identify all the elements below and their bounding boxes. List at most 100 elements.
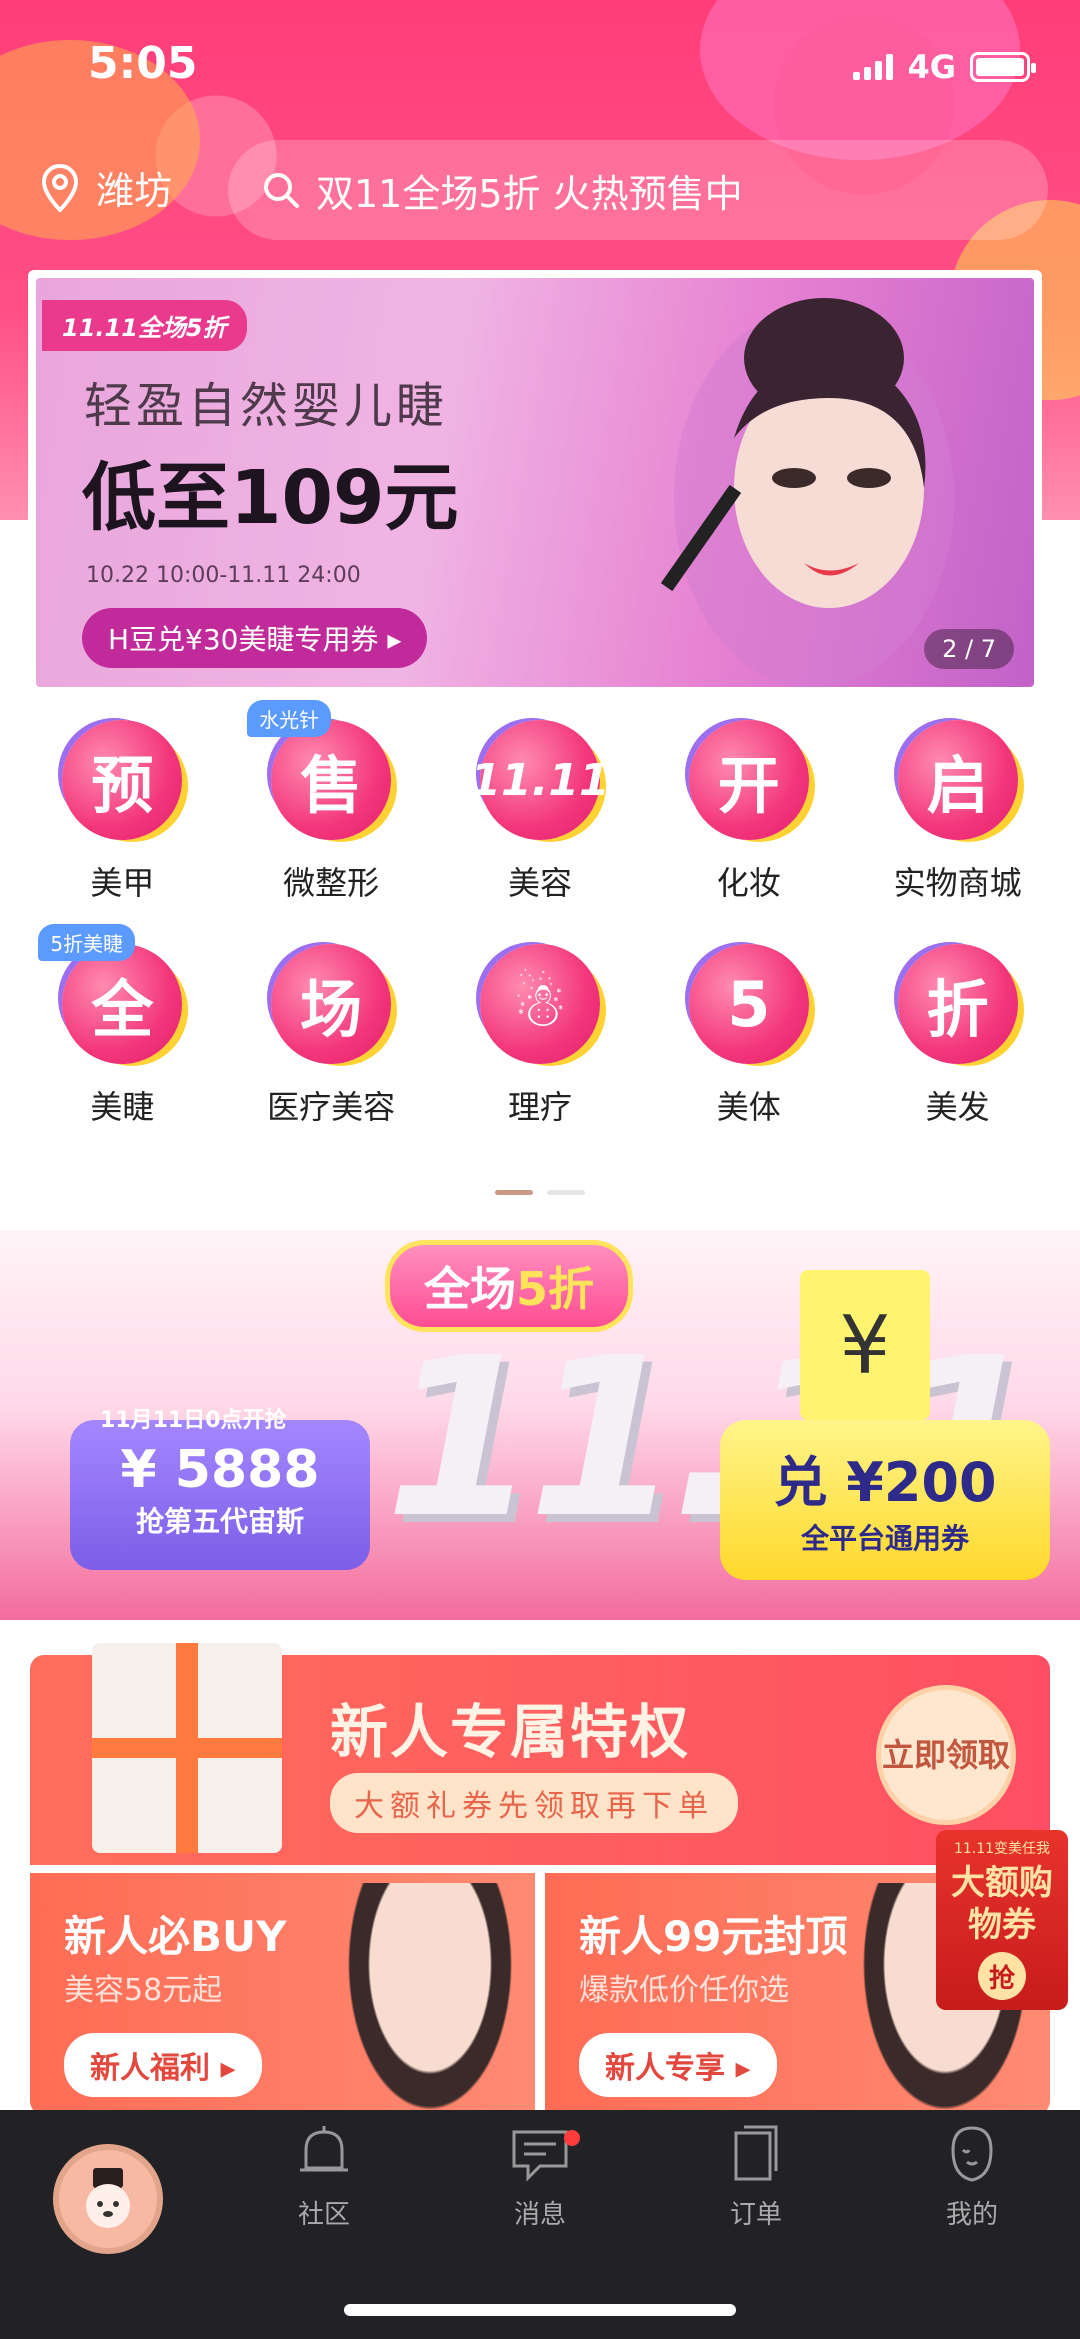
page-dot-active — [495, 1190, 533, 1195]
category-item-therapy[interactable]: ☃ 理疗 — [450, 944, 630, 1128]
search-icon — [264, 173, 299, 208]
status-indicators: 4G — [853, 48, 1036, 86]
banner-tag: 11.11全场5折 — [42, 300, 247, 351]
category-grid: 预 美甲 水光针 售 微整形 11.11 美容 开 化妆 启 实物商城 5折美睫… — [0, 700, 1080, 1128]
category-label: 医疗美容 — [267, 1088, 396, 1126]
category-item-body[interactable]: 5 美体 — [659, 944, 839, 1128]
chat-icon — [510, 2124, 570, 2184]
double-eleven-promo[interactable]: 全场5折 11.11 ¥ 11月11日0点开抢 ¥ 5888 抢第五代宙斯 兑 … — [0, 1230, 1080, 1620]
signal-icon — [853, 54, 894, 80]
tab-profile[interactable]: 我的 — [864, 2124, 1080, 2339]
floating-coupon[interactable]: 11.11变美任我 大额购物券 抢 — [936, 1830, 1068, 2010]
card-title: 新人99元封顶 — [579, 1912, 848, 1961]
new-user-subtitle: 大额礼券先领取再下单 — [330, 1773, 738, 1833]
flash-sale-note: 11月11日0点开抢 — [100, 1408, 287, 1433]
location-label: 潍坊 — [96, 169, 173, 213]
order-icon — [726, 2124, 786, 2184]
banner-cta-button[interactable]: H豆兑¥30美睫专用券 ▸ — [82, 608, 428, 668]
category-item-hair[interactable]: 折 美发 — [868, 944, 1048, 1128]
category-icon: 折 — [897, 944, 1018, 1064]
category-row-1: 预 美甲 水光针 售 微整形 11.11 美容 开 化妆 启 实物商城 — [0, 700, 1080, 904]
banner-date: 10.22 10:00-11.11 24:00 — [86, 563, 361, 588]
category-label: 美体 — [716, 1088, 781, 1126]
new-user-card-buy[interactable]: 新人必BUY 美容58元起 新人福利 ▸ — [30, 1873, 535, 2115]
network-label: 4G — [907, 48, 956, 86]
search-placeholder: 双11全场5折 火热预售中 — [316, 171, 743, 216]
model-face-image — [345, 1883, 515, 2115]
status-bar: 5:05 4G — [0, 30, 1080, 100]
category-item-mall[interactable]: 启 实物商城 — [868, 720, 1048, 904]
coupon-desc: 全平台通用券 — [800, 1522, 969, 1555]
category-row-2: 5折美睫 全 美睫 场 医疗美容 ☃ 理疗 5 美体 折 美发 — [0, 924, 1080, 1128]
new-user-exclusive-button[interactable]: 新人专享 ▸ — [579, 2033, 777, 2097]
banner-subtitle: 轻盈自然婴儿睫 — [84, 378, 449, 434]
tab-label: 社区 — [297, 2200, 350, 2230]
status-time: 5:05 — [88, 38, 198, 89]
card-title: 新人必BUY — [64, 1912, 287, 1961]
location-selector[interactable]: 潍坊 — [42, 160, 172, 215]
category-label: 美容 — [507, 864, 572, 902]
page-dot — [547, 1190, 585, 1195]
flash-sale-name: 抢第五代宙斯 — [135, 1505, 304, 1538]
claim-now-button[interactable]: 立即领取 — [876, 1685, 1016, 1825]
banner-title: 低至109元 — [82, 455, 459, 541]
card-subtitle: 美容58元起 — [64, 1973, 223, 2008]
grid-page-indicator — [0, 1190, 1080, 1195]
tab-label: 消息 — [513, 2200, 566, 2230]
category-badge: 5折美睫 — [38, 924, 136, 961]
card-subtitle: 爆款低价任你选 — [579, 1973, 789, 2008]
new-user-section: 新人专属特权 大额礼券先领取再下单 立即领取 新人必BUY 美容58元起 新人福… — [30, 1643, 1050, 2115]
location-pin-icon — [42, 163, 78, 212]
category-icon: 11.11 — [470, 720, 610, 840]
category-item-nail[interactable]: 预 美甲 — [32, 720, 212, 904]
category-label: 美甲 — [90, 864, 155, 902]
promo-title-highlight: 5折 — [516, 1262, 595, 1316]
category-icon: 开 — [688, 720, 809, 840]
unread-badge — [564, 2130, 580, 2146]
tab-label: 订单 — [729, 2200, 782, 2230]
new-user-benefit-button[interactable]: 新人福利 ▸ — [64, 2033, 262, 2097]
tab-home[interactable] — [0, 2124, 216, 2339]
category-item-makeup[interactable]: 开 化妆 — [659, 720, 839, 904]
profile-face-icon — [942, 2124, 1002, 2184]
category-icon: 全 — [62, 944, 183, 1064]
category-icon: 售 — [271, 720, 392, 840]
category-item-micro-plastic[interactable]: 水光针 售 微整形 — [241, 700, 421, 904]
promo-banner[interactable]: 11.11全场5折 轻盈自然婴儿睫 低至109元 10.22 10:00-11.… — [28, 270, 1042, 695]
category-item-lashes[interactable]: 5折美睫 全 美睫 — [32, 924, 212, 1128]
flash-sale-price: ¥ 5888 — [120, 1440, 320, 1500]
battery-icon — [970, 52, 1036, 82]
category-badge: 水光针 — [247, 700, 332, 737]
new-user-privilege-banner[interactable]: 新人专属特权 大额礼券先领取再下单 立即领取 — [30, 1643, 1050, 1865]
dog-mascot-icon — [86, 2168, 130, 2228]
promo-coupon-card[interactable]: 兑 ¥200 全平台通用券 — [720, 1420, 1050, 1580]
floating-coupon-title: 大额购物券 — [951, 1863, 1053, 1945]
yen-icon: ¥ — [800, 1270, 930, 1420]
promo-flash-sale-card[interactable]: 11月11日0点开抢 ¥ 5888 抢第五代宙斯 — [70, 1408, 370, 1570]
floating-coupon-caption: 11.11变美任我 — [953, 1841, 1051, 1857]
promo-title-prefix: 全场 — [424, 1262, 516, 1316]
new-user-title: 新人专属特权 — [330, 1698, 691, 1766]
gift-box-icon — [92, 1643, 282, 1853]
bell-icon — [294, 2124, 354, 2184]
model-portrait-image — [660, 298, 954, 687]
coupon-amount: 兑 ¥200 — [773, 1451, 997, 1514]
category-icon: 5 — [688, 944, 809, 1064]
mascot-icon: ☃ — [479, 944, 600, 1064]
category-label: 化妆 — [716, 864, 781, 902]
tab-label: 我的 — [945, 2200, 998, 2230]
home-indicator[interactable] — [344, 2304, 736, 2316]
category-icon: 预 — [62, 720, 183, 840]
category-item-beauty[interactable]: 11.11 美容 — [450, 720, 630, 904]
category-icon: 场 — [271, 944, 392, 1064]
grab-coupon-button[interactable]: 抢 — [978, 1952, 1026, 2000]
mascot-home-icon — [53, 2144, 163, 2254]
category-label: 美睫 — [90, 1088, 155, 1126]
category-item-medical-beauty[interactable]: 场 医疗美容 — [241, 944, 421, 1128]
banner-content: 11.11全场5折 轻盈自然婴儿睫 低至109元 10.22 10:00-11.… — [36, 278, 1034, 687]
banner-pager: 2 / 7 — [924, 629, 1014, 669]
category-icon: 启 — [897, 720, 1018, 840]
category-label: 微整形 — [283, 864, 380, 902]
search-bar[interactable]: 双11全场5折 火热预售中 — [228, 140, 1048, 240]
category-label: 实物商城 — [893, 864, 1022, 902]
